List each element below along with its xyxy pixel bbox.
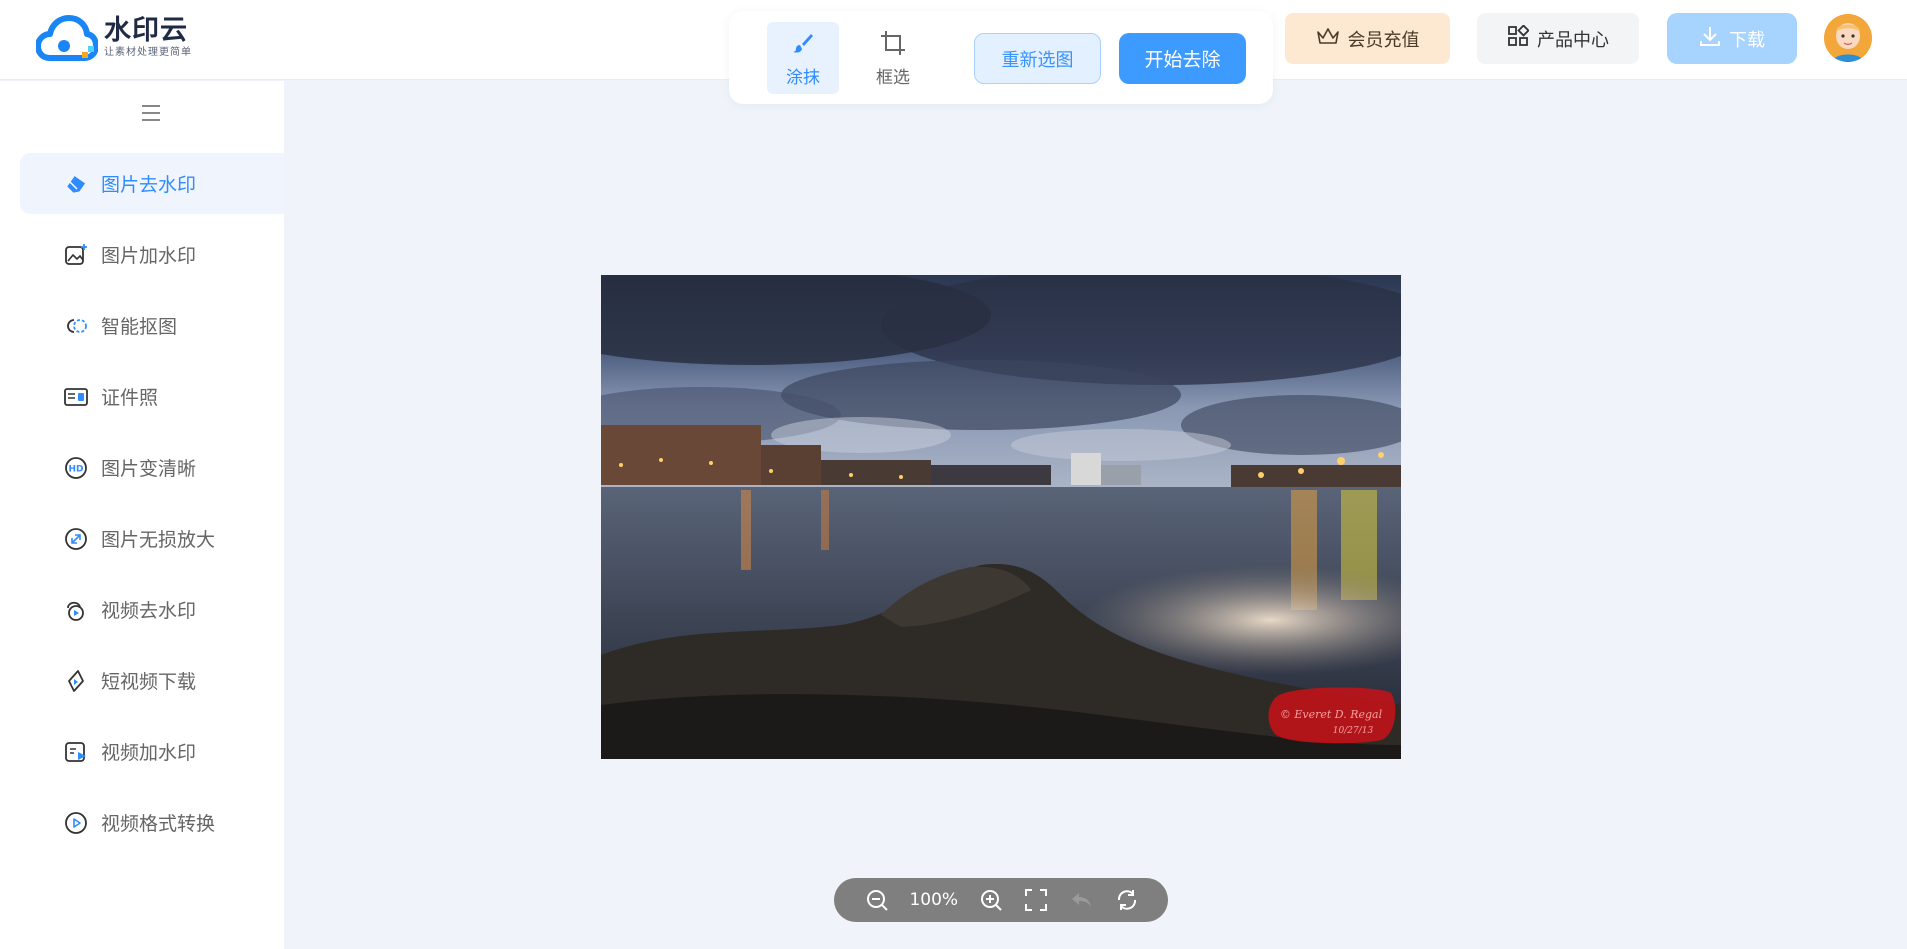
sidebar-item-short-video-download[interactable]: 短视频下载	[20, 650, 284, 711]
smear-tool-label: 涂抹	[786, 67, 820, 88]
sidebar: 图片去水印 图片加水印 智能抠图 证件照 HD 图片变清晰 图片无损放大 视频去…	[0, 81, 284, 949]
enlarge-icon	[63, 526, 89, 552]
crop-icon	[879, 29, 907, 57]
undo-icon[interactable]	[1068, 887, 1094, 913]
id-card-icon	[63, 384, 89, 410]
edit-tool-panel: 涂抹 框选 重新选图 开始去除	[729, 11, 1273, 104]
zoom-in-icon[interactable]	[978, 887, 1004, 913]
sidebar-item-video-format-convert[interactable]: 视频格式转换	[20, 792, 284, 853]
download-button[interactable]: 下载	[1667, 13, 1797, 64]
fullscreen-icon[interactable]	[1023, 887, 1049, 913]
short-video-download-icon	[63, 668, 89, 694]
zoom-toolbar: 100%	[834, 878, 1168, 922]
video-add-icon	[63, 739, 89, 765]
video-convert-icon	[63, 810, 89, 836]
sidebar-item-image-upscale[interactable]: 图片无损放大	[20, 508, 284, 569]
download-icon	[1699, 25, 1721, 52]
logo[interactable]: 水印云 让素材处理更简单	[35, 14, 192, 62]
brush-icon	[789, 29, 817, 57]
video-eraser-icon	[63, 597, 89, 623]
top-header: 水印云 让素材处理更简单 涂抹 框选 重新选图 开始去除 会员充值 产品中心 下…	[0, 0, 1907, 104]
crown-icon	[1316, 26, 1340, 51]
cutout-icon	[63, 313, 89, 339]
box-select-tool-button[interactable]: 框选	[857, 22, 929, 94]
vip-recharge-button[interactable]: 会员充值	[1285, 13, 1450, 64]
sidebar-nav: 图片去水印 图片加水印 智能抠图 证件照 HD 图片变清晰 图片无损放大 视频去…	[20, 153, 284, 863]
vip-recharge-label: 会员充值	[1347, 29, 1420, 51]
logo-name: 水印云	[104, 15, 188, 46]
apps-grid-icon	[1507, 24, 1530, 52]
sidebar-item-image-watermark-remove[interactable]: 图片去水印	[20, 153, 284, 214]
image-add-icon	[63, 242, 89, 268]
box-select-tool-label: 框选	[876, 67, 910, 88]
sidebar-item-image-enhance[interactable]: HD 图片变清晰	[20, 437, 284, 498]
reset-icon[interactable]	[1114, 887, 1140, 913]
cloud-logo-icon	[35, 14, 99, 62]
sidebar-item-id-photo[interactable]: 证件照	[20, 366, 284, 427]
smear-tool-button[interactable]: 涂抹	[767, 22, 839, 94]
collapse-menu-icon[interactable]	[139, 101, 163, 125]
eraser-icon	[63, 171, 89, 197]
start-remove-button[interactable]: 开始去除	[1119, 33, 1246, 84]
svg-text:HD: HD	[68, 464, 83, 474]
product-center-label: 产品中心	[1537, 29, 1609, 51]
hd-icon: HD	[63, 455, 89, 481]
user-avatar[interactable]	[1824, 14, 1872, 62]
watermark-text-line2: 10/27/13	[1333, 726, 1374, 736]
watermark-text-line1: © Everet D. Regal	[1280, 708, 1383, 721]
zoom-level: 100%	[909, 890, 959, 910]
download-label: 下载	[1729, 29, 1765, 51]
sidebar-item-smart-cutout[interactable]: 智能抠图	[20, 295, 284, 356]
sidebar-item-video-watermark-add[interactable]: 视频加水印	[20, 721, 284, 782]
zoom-out-icon[interactable]	[864, 887, 890, 913]
reselect-image-button[interactable]: 重新选图	[974, 33, 1101, 84]
logo-slogan: 让素材处理更简单	[104, 47, 192, 58]
product-center-button[interactable]: 产品中心	[1477, 13, 1639, 64]
sidebar-item-image-watermark-add[interactable]: 图片加水印	[20, 224, 284, 285]
editing-image[interactable]: © Everet D. Regal 10/27/13	[601, 275, 1401, 759]
sidebar-item-video-watermark-remove[interactable]: 视频去水印	[20, 579, 284, 640]
